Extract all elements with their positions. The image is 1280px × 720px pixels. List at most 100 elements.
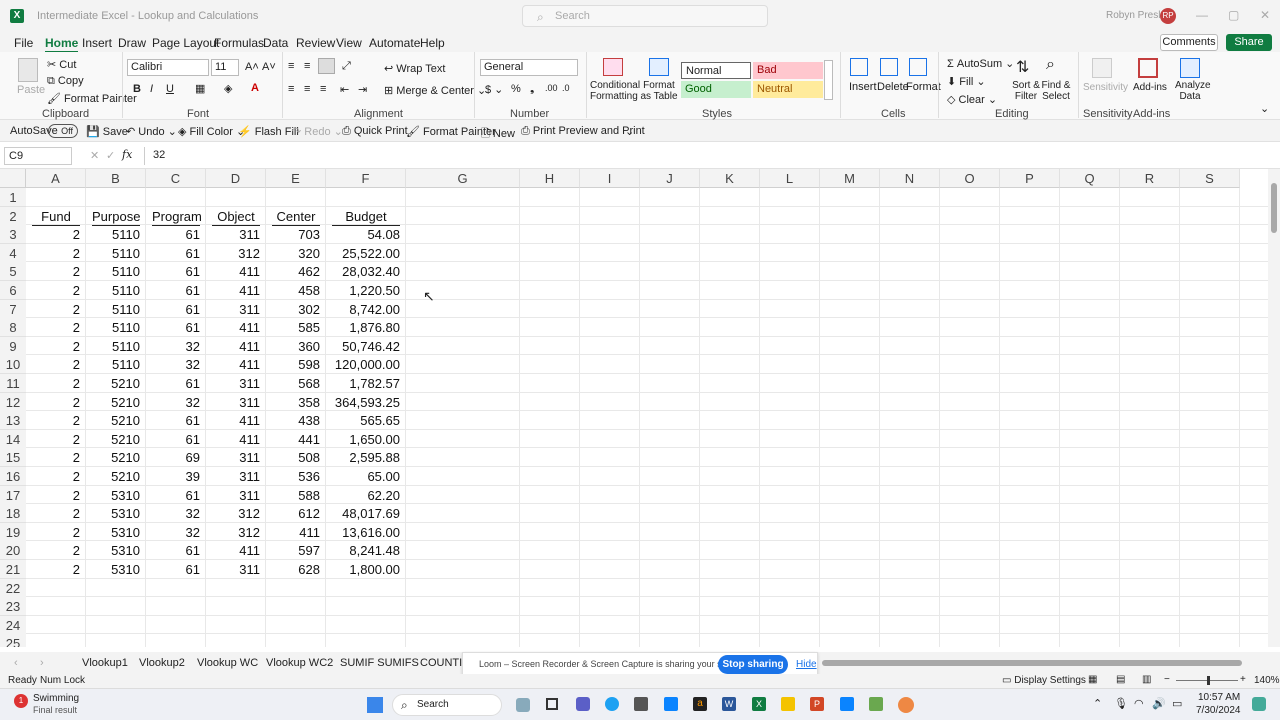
column-header-s[interactable]: S — [1180, 169, 1240, 188]
table-cell[interactable]: 5210 — [86, 374, 146, 393]
zoom-slider-thumb[interactable] — [1207, 676, 1210, 685]
table-cell[interactable]: 32 — [146, 504, 206, 523]
bold-icon[interactable]: B — [133, 83, 141, 95]
amazon-icon[interactable]: a — [693, 697, 707, 711]
table-cell[interactable]: 54.08 — [326, 225, 406, 244]
table-cell[interactable]: 320 — [266, 244, 326, 263]
table-cell[interactable]: 358 — [266, 393, 326, 412]
table-cell[interactable]: 8,241.48 — [326, 541, 406, 560]
table-cell[interactable]: 302 — [266, 300, 326, 319]
table-cell[interactable]: 411 — [206, 355, 266, 374]
find-select-icon[interactable]: ⌕ — [1046, 56, 1055, 74]
tab-home[interactable]: Home — [45, 36, 79, 53]
chrome-icon[interactable] — [898, 697, 914, 713]
row-header[interactable]: 3 — [0, 225, 26, 245]
table-cell[interactable]: 311 — [206, 393, 266, 412]
table-cell[interactable]: 61 — [146, 300, 206, 319]
table-cell[interactable]: 2 — [26, 504, 86, 523]
scrollbar-thumb[interactable] — [1271, 183, 1277, 233]
decrease-decimal-icon[interactable]: .0 — [562, 83, 570, 93]
column-header-h[interactable]: H — [520, 169, 580, 188]
wrap-text-button[interactable]: ↩ Wrap Text — [384, 62, 445, 75]
styles-scroll[interactable] — [824, 60, 833, 100]
row-header[interactable]: 1 — [0, 188, 26, 207]
column-header-k[interactable]: K — [700, 169, 760, 188]
underline-icon[interactable]: U — [166, 83, 174, 95]
table-cell[interactable]: 565.65 — [326, 411, 406, 430]
zoom-level[interactable]: 140% — [1254, 675, 1280, 686]
table-cell[interactable]: 458 — [266, 281, 326, 300]
table-cell[interactable]: 2 — [26, 281, 86, 300]
avatar[interactable]: RP — [1160, 8, 1176, 24]
italic-icon[interactable]: I — [150, 83, 153, 95]
table-cell[interactable]: 441 — [266, 430, 326, 449]
table-cell[interactable]: 2 — [26, 355, 86, 374]
tab-view[interactable]: View — [336, 36, 362, 50]
shrink-font-icon[interactable]: A˅ — [262, 61, 276, 73]
table-header-cell[interactable]: Purpose — [92, 207, 140, 226]
row-header[interactable]: 5 — [0, 262, 26, 282]
table-cell[interactable]: 5110 — [86, 262, 146, 281]
table-cell[interactable]: 5110 — [86, 225, 146, 244]
row-header[interactable]: 21 — [0, 560, 26, 579]
table-cell[interactable]: 312 — [206, 504, 266, 523]
percent-icon[interactable]: % — [511, 83, 521, 95]
table-cell[interactable]: 2 — [26, 486, 86, 505]
table-cell[interactable]: 5310 — [86, 541, 146, 560]
table-cell[interactable]: 612 — [266, 504, 326, 523]
row-header[interactable]: 15 — [0, 448, 26, 468]
table-cell[interactable]: 61 — [146, 486, 206, 505]
mic-icon[interactable]: 🎙 — [1114, 697, 1128, 710]
column-header-r[interactable]: R — [1120, 169, 1180, 188]
table-cell[interactable]: 13,616.00 — [326, 523, 406, 542]
table-cell[interactable]: 703 — [266, 225, 326, 244]
row-header[interactable]: 8 — [0, 318, 26, 338]
analyze-data-icon[interactable] — [1180, 58, 1200, 78]
table-cell[interactable]: 69 — [146, 448, 206, 467]
start-icon[interactable] — [367, 697, 383, 713]
table-cell[interactable]: 2 — [26, 262, 86, 281]
align-bottom-icon[interactable] — [318, 58, 335, 74]
grow-font-icon[interactable]: A˄ — [245, 61, 259, 73]
table-cell[interactable]: 2 — [26, 318, 86, 337]
format-as-table-icon[interactable] — [649, 58, 669, 76]
row-header[interactable]: 11 — [0, 374, 26, 393]
weather-icon[interactable]: 1 — [14, 694, 28, 708]
sheet-tab[interactable]: Vlookup WC2 — [266, 657, 333, 669]
style-bad[interactable]: Bad — [753, 62, 823, 79]
zoom-in-icon[interactable]: + — [1240, 674, 1246, 685]
vertical-scrollbar[interactable] — [1268, 169, 1280, 647]
align-middle-icon[interactable]: ≡ — [304, 60, 310, 72]
cut-button[interactable]: ✂ Cut — [47, 58, 76, 71]
orientation-icon[interactable]: ⤢ — [342, 60, 351, 73]
file-explorer-icon[interactable] — [781, 697, 795, 711]
task-view-icon[interactable] — [546, 698, 558, 710]
column-header-o[interactable]: O — [940, 169, 1000, 188]
table-cell[interactable]: 411 — [206, 541, 266, 560]
table-cell[interactable]: 1,650.00 — [326, 430, 406, 449]
tab-formulas[interactable]: Formulas — [214, 36, 264, 50]
row-header[interactable]: 2 — [0, 206, 26, 226]
table-cell[interactable]: 8,742.00 — [326, 300, 406, 319]
font-name-select[interactable]: Calibri — [127, 59, 209, 76]
table-cell[interactable]: 312 — [206, 523, 266, 542]
number-format-select[interactable]: General — [480, 59, 578, 76]
copy-button[interactable]: ⧉ Copy — [47, 75, 84, 88]
column-header-p[interactable]: P — [1000, 169, 1060, 188]
sheet-tab[interactable]: Vlookup WC — [197, 657, 258, 669]
row-header[interactable]: 12 — [0, 392, 26, 412]
row-header[interactable]: 18 — [0, 504, 26, 524]
align-center-icon[interactable]: ≡ — [304, 83, 310, 95]
tab-file[interactable]: File — [14, 36, 33, 50]
table-cell[interactable]: 1,220.50 — [326, 281, 406, 300]
table-cell[interactable]: 62.20 — [326, 486, 406, 505]
table-cell[interactable]: 597 — [266, 541, 326, 560]
table-cell[interactable]: 411 — [206, 318, 266, 337]
table-header-cell[interactable]: Object — [212, 207, 260, 226]
table-cell[interactable]: 5210 — [86, 448, 146, 467]
insert-cells-icon[interactable] — [850, 58, 868, 76]
style-normal[interactable]: Normal — [681, 62, 751, 79]
row-header[interactable]: 14 — [0, 429, 26, 449]
clock-date[interactable]: 7/30/2024 — [1196, 705, 1241, 716]
column-header-i[interactable]: I — [580, 169, 640, 188]
